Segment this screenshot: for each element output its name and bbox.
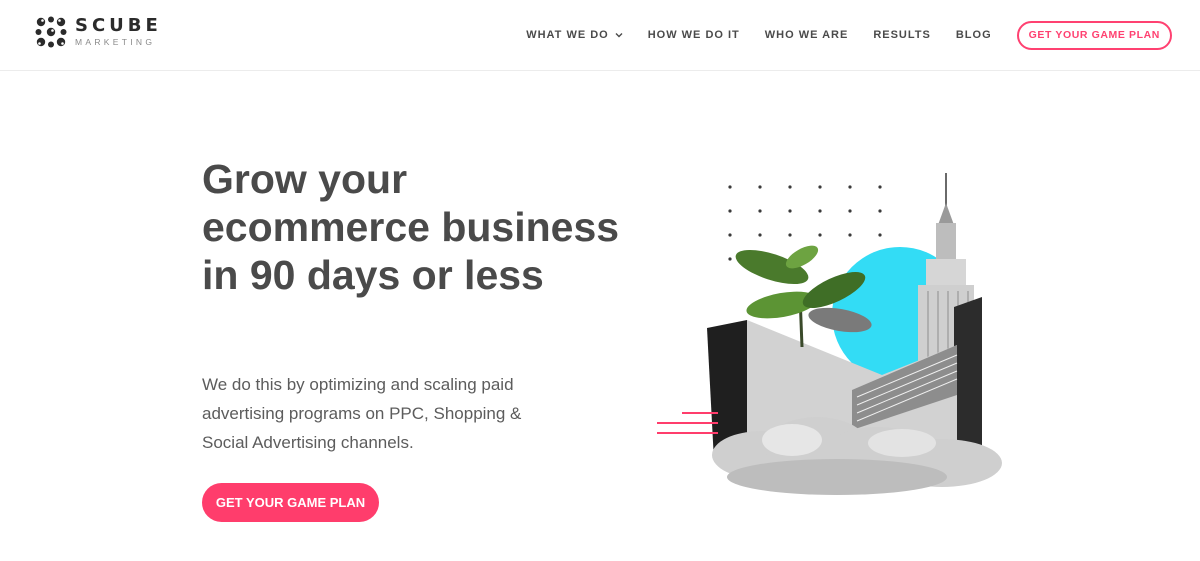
hero-illustration (657, 173, 1002, 495)
nav-item-results[interactable]: RESULTS (873, 29, 931, 41)
brand-name: SCUBE (75, 15, 162, 37)
nav-item-label: HOW WE DO IT (647, 29, 740, 41)
site-header: SCUBE MARKETING WHAT WE DO HOW WE DO IT … (0, 0, 1200, 71)
dark-panel-right (954, 297, 982, 455)
nav-item-blog[interactable]: BLOG (956, 29, 992, 41)
hero-subtitle: We do this by optimizing and scaling pai… (202, 375, 522, 452)
brand-subtitle: MARKETING (75, 37, 156, 48)
nav-item-label: WHO WE ARE (764, 29, 849, 41)
nav-item-label: WHAT WE DO (526, 29, 609, 41)
pink-lines (657, 412, 718, 434)
nav-game-plan-button[interactable]: GET YOUR GAME PLAN (1016, 20, 1172, 50)
scube-logo-icon (35, 16, 67, 48)
hero-game-plan-button[interactable]: GET YOUR GAME PLAN (202, 483, 379, 522)
nav-item-how-we-do-it[interactable]: HOW WE DO IT (648, 29, 740, 41)
nav-item-label: BLOG (955, 29, 992, 41)
hero-title: Grow your ecommerce business in 90 days … (202, 156, 620, 298)
chevron-down-icon (615, 33, 623, 38)
nav-item-label: RESULTS (873, 29, 931, 41)
brand-logo[interactable]: SCUBE MARKETING (33, 13, 163, 51)
nav-item-who-we-are[interactable]: WHO WE ARE (765, 29, 849, 41)
nav-item-what-we-do[interactable]: WHAT WE DO (526, 29, 623, 41)
main-nav: WHAT WE DO HOW WE DO IT WHO WE ARE RESUL… (526, 20, 1172, 50)
